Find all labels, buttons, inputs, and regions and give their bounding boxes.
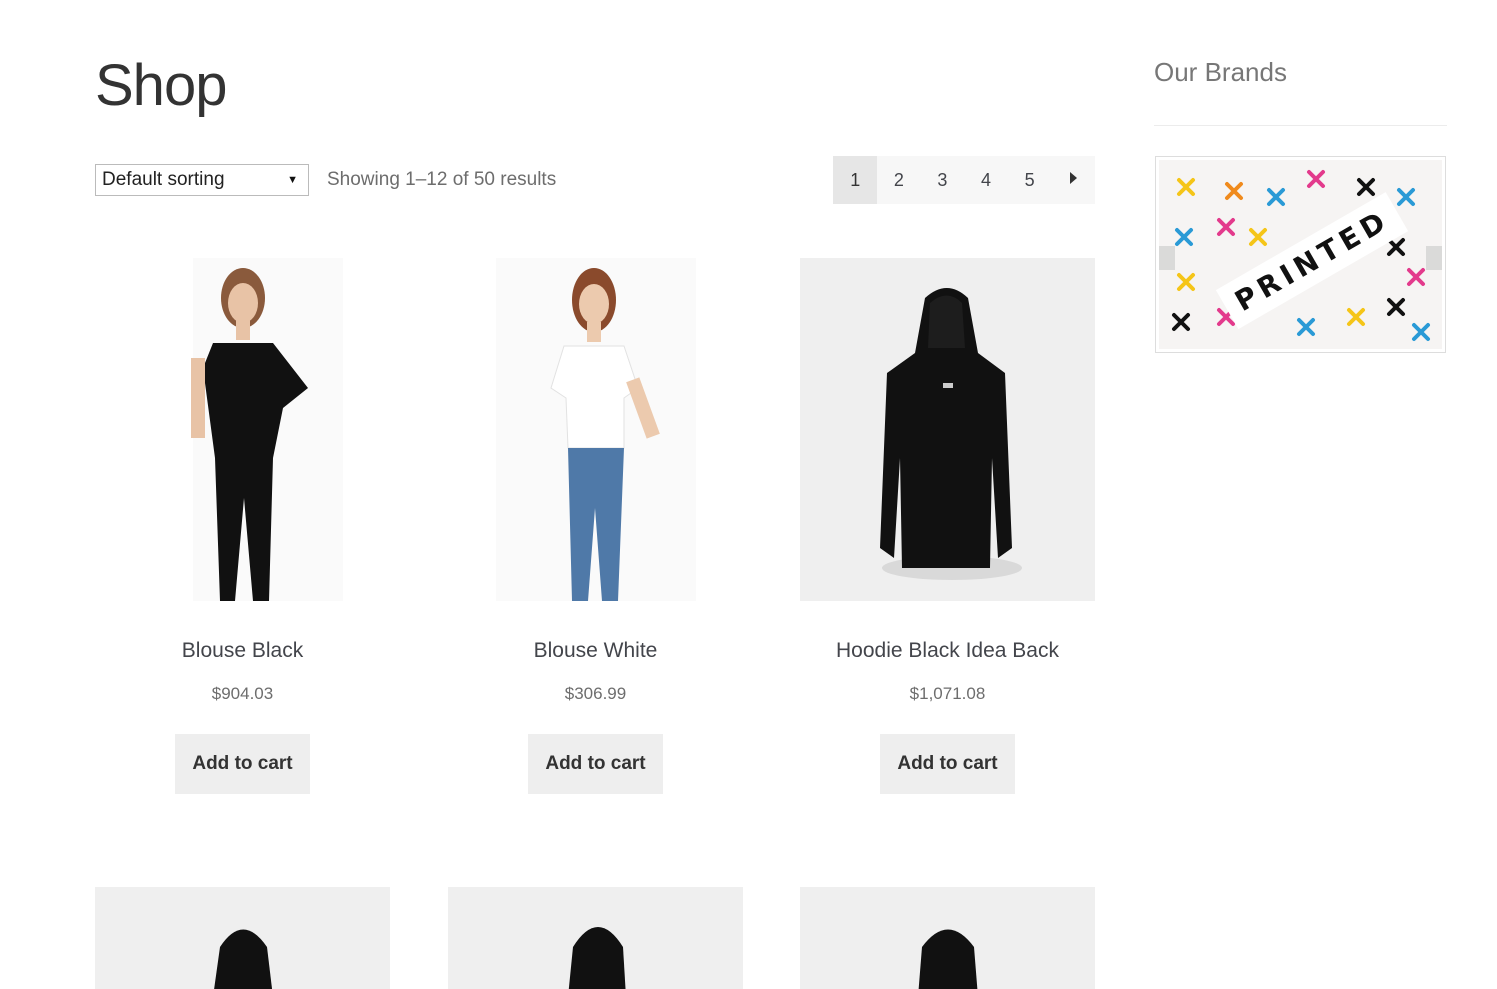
sort-select[interactable]: Default sorting ▼ [95,164,309,196]
product-image[interactable] [448,887,743,989]
product-name[interactable]: Blouse Black [95,639,390,663]
product-image[interactable] [800,887,1095,989]
product-name[interactable]: Hoodie Black Idea Back [800,639,1095,663]
black-hoodie-image [918,929,978,989]
product-price: $904.03 [211,684,274,703]
model-white-blouse-image [495,258,696,601]
carousel-prev-arrow[interactable] [1159,246,1175,270]
brand-logo-printed[interactable]: PRINTED [1159,160,1442,349]
next-arrow-icon [1069,172,1077,184]
carousel-next-arrow[interactable] [1426,246,1442,270]
next-page-button[interactable] [1051,156,1095,204]
product-image[interactable] [448,258,743,601]
product-image[interactable] [95,258,390,601]
result-count: Showing 1–12 of 50 results [327,169,557,190]
page-title: Shop [95,53,227,118]
product-price: $306.99 [564,684,627,703]
black-hoodie-image [214,929,273,989]
sidebar-divider [1154,125,1447,126]
dropdown-caret-icon: ▼ [287,174,298,186]
black-hoodie-back-image [880,288,1022,580]
product-price: $1,071.08 [909,684,986,703]
product-image[interactable] [800,258,1095,601]
sidebar-widget-title: Our Brands [1154,57,1287,87]
sort-selected-value: Default sorting [102,169,225,190]
black-hoodie-image [568,927,626,989]
page-link-5[interactable]: 5 [1007,156,1052,204]
brand-carousel[interactable]: PRINTED [1155,156,1446,353]
product-name[interactable]: Blouse White [448,639,743,663]
page-link-1[interactable]: 1 [833,156,878,204]
add-to-cart-button[interactable]: Add to cart [175,734,310,794]
add-to-cart-button[interactable]: Add to cart [528,734,663,794]
add-to-cart-button[interactable]: Add to cart [880,734,1015,794]
model-black-blouse-image [190,258,343,601]
shop-toolbar: Default sorting ▼ Showing 1–12 of 50 res… [95,156,1095,204]
pagination: 1 2 3 4 5 [833,156,1095,204]
page-link-4[interactable]: 4 [964,156,1008,204]
page-link-2[interactable]: 2 [877,156,921,204]
page-link-3[interactable]: 3 [920,156,965,204]
product-image[interactable] [95,887,390,989]
